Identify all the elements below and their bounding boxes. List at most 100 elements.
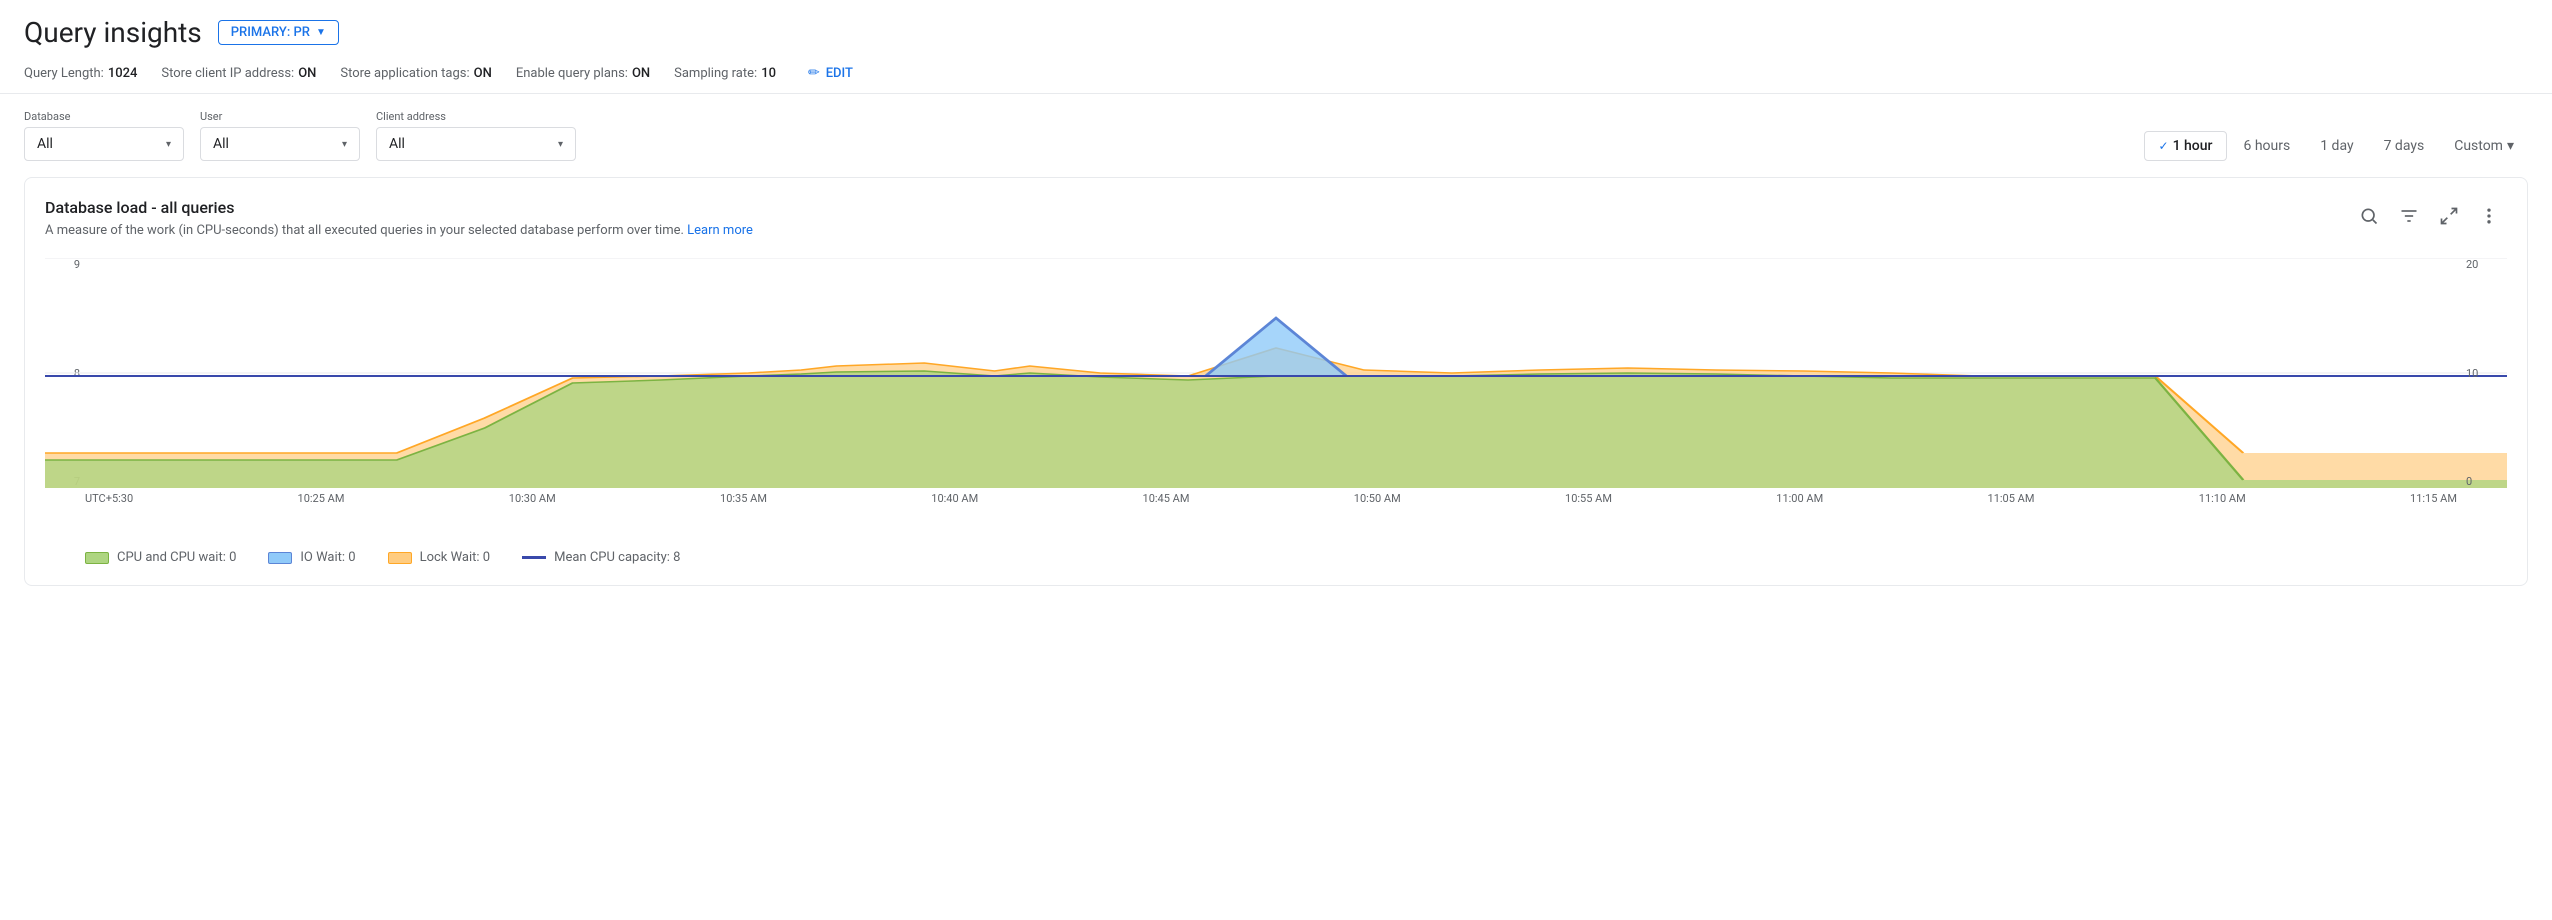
edit-button[interactable]: ✏ EDIT (808, 65, 853, 81)
custom-label: Custom (2454, 138, 2503, 154)
filter-chart-button[interactable] (2391, 198, 2427, 234)
more-options-button[interactable] (2471, 198, 2507, 234)
expand-icon (2439, 206, 2459, 226)
user-label: User (200, 110, 360, 123)
store-ip-item: Store client IP address: ON (161, 66, 316, 81)
time-btn-1day[interactable]: 1 day (2306, 132, 2367, 160)
store-ip-label: Store client IP address: (161, 66, 294, 81)
query-length-label: Query Length: (24, 66, 104, 81)
x-label-3: 10:35 AM (720, 492, 767, 505)
time-btn-custom[interactable]: Custom ▾ (2440, 132, 2528, 160)
chevron-down-icon: ▾ (166, 139, 171, 150)
database-value: All (37, 136, 53, 152)
x-label-11: 11:15 AM (2410, 492, 2457, 505)
user-select[interactable]: All ▾ (200, 127, 360, 161)
legend-io: IO Wait: 0 (268, 550, 355, 565)
sampling-label: Sampling rate: (674, 66, 757, 81)
x-label-6: 10:50 AM (1354, 492, 1401, 505)
x-label-2: 10:30 AM (509, 492, 556, 505)
sampling-rate-item: Sampling rate: 10 (674, 66, 776, 81)
user-value: All (213, 136, 229, 152)
chevron-down-icon: ▼ (316, 27, 326, 38)
time-btn-1hour[interactable]: ✓ 1 hour (2144, 131, 2228, 161)
time-btn-6hours[interactable]: 6 hours (2229, 132, 2304, 160)
legend-lock: Lock Wait: 0 (388, 550, 491, 565)
time-6hours-label: 6 hours (2243, 138, 2290, 154)
store-tags-value: ON (474, 66, 492, 81)
chevron-down-icon: ▾ (2507, 138, 2514, 154)
x-label-5: 10:45 AM (1143, 492, 1190, 505)
page-header: Query insights PRIMARY: PR ▼ Query Lengt… (0, 0, 2552, 94)
sampling-value: 10 (761, 66, 776, 81)
y-right-bot: 0 (2466, 475, 2507, 488)
database-label: Database (24, 110, 184, 123)
store-ip-value: ON (298, 66, 316, 81)
time-btn-7days[interactable]: 7 days (2370, 132, 2439, 160)
legend-cpu: CPU and CPU wait: 0 (85, 550, 236, 565)
chart-legend: CPU and CPU wait: 0 IO Wait: 0 Lock Wait… (45, 538, 2507, 565)
x-label-8: 11:00 AM (1776, 492, 1823, 505)
client-address-filter: Client address All ▾ (376, 110, 576, 161)
query-plans-item: Enable query plans: ON (516, 66, 650, 81)
chevron-down-icon: ▾ (342, 139, 347, 150)
client-address-value: All (389, 136, 405, 152)
more-vert-icon (2479, 206, 2499, 226)
x-label-0: UTC+5:30 (85, 492, 133, 505)
legend-io-color (268, 552, 292, 564)
time-1hour-label: 1 hour (2173, 138, 2213, 154)
filter-icon (2399, 206, 2419, 226)
database-filter: Database All ▾ (24, 110, 184, 161)
x-label-9: 11:05 AM (1988, 492, 2035, 505)
x-label-4: 10:40 AM (931, 492, 978, 505)
edit-label: EDIT (826, 66, 853, 81)
store-tags-label: Store application tags: (340, 66, 469, 81)
time-7days-label: 7 days (2384, 138, 2425, 154)
query-length-value: 1024 (108, 66, 138, 81)
chart-card: Database load - all queries A measure of… (24, 177, 2528, 586)
x-axis: UTC+5:30 10:25 AM 10:30 AM 10:35 AM 10:4… (85, 492, 2457, 505)
legend-mean-cpu-line (522, 556, 546, 559)
pencil-icon: ✏ (808, 65, 820, 81)
chevron-down-icon: ▾ (558, 139, 563, 150)
time-range-group: ✓ 1 hour 6 hours 1 day 7 days Custom ▾ (2144, 131, 2528, 161)
main-chart-svg (45, 258, 2507, 488)
y-right-mid: 10 (2466, 367, 2507, 380)
primary-badge-button[interactable]: PRIMARY: PR ▼ (218, 20, 339, 45)
search-chart-button[interactable] (2351, 198, 2387, 234)
legend-lock-label: Lock Wait: 0 (420, 550, 491, 565)
legend-cpu-label: CPU and CPU wait: 0 (117, 550, 236, 565)
chart-title: Database load - all queries (45, 198, 753, 217)
query-plans-value: ON (632, 66, 650, 81)
legend-lock-color (388, 552, 412, 564)
page-title: Query insights (24, 16, 202, 49)
filters-row: Database All ▾ User All ▾ Client address… (0, 94, 2552, 177)
legend-mean-cpu-label: Mean CPU capacity: 8 (554, 550, 680, 565)
y-right-top: 20 (2466, 258, 2507, 271)
metadata-bar: Query Length: 1024 Store client IP addre… (0, 57, 2552, 94)
x-label-7: 10:55 AM (1565, 492, 1612, 505)
chart-title-area: Database load - all queries A measure of… (45, 198, 753, 258)
expand-chart-button[interactable] (2431, 198, 2467, 234)
legend-io-label: IO Wait: 0 (300, 550, 355, 565)
chart-toolbar (2351, 198, 2507, 234)
chart-subtitle: A measure of the work (in CPU-seconds) t… (45, 223, 753, 238)
x-label-1: 10:25 AM (298, 492, 345, 505)
database-select[interactable]: All ▾ (24, 127, 184, 161)
learn-more-link[interactable]: Learn more (687, 223, 753, 238)
store-tags-item: Store application tags: ON (340, 66, 491, 81)
legend-mean-cpu: Mean CPU capacity: 8 (522, 550, 680, 565)
query-plans-label: Enable query plans: (516, 66, 628, 81)
legend-cpu-color (85, 552, 109, 564)
query-length-item: Query Length: 1024 (24, 66, 137, 81)
client-address-label: Client address (376, 110, 576, 123)
search-icon (2359, 206, 2379, 226)
user-filter: User All ▾ (200, 110, 360, 161)
time-1day-label: 1 day (2320, 138, 2353, 154)
x-label-10: 11:10 AM (2199, 492, 2246, 505)
chart-subtitle-text: A measure of the work (in CPU-seconds) t… (45, 223, 684, 238)
y-axis-right: 20 10 0 (2462, 258, 2507, 488)
client-address-select[interactable]: All ▾ (376, 127, 576, 161)
chart-container: 9 8 7 (45, 258, 2507, 538)
check-icon: ✓ (2159, 139, 2169, 153)
primary-badge-label: PRIMARY: PR (231, 25, 310, 40)
